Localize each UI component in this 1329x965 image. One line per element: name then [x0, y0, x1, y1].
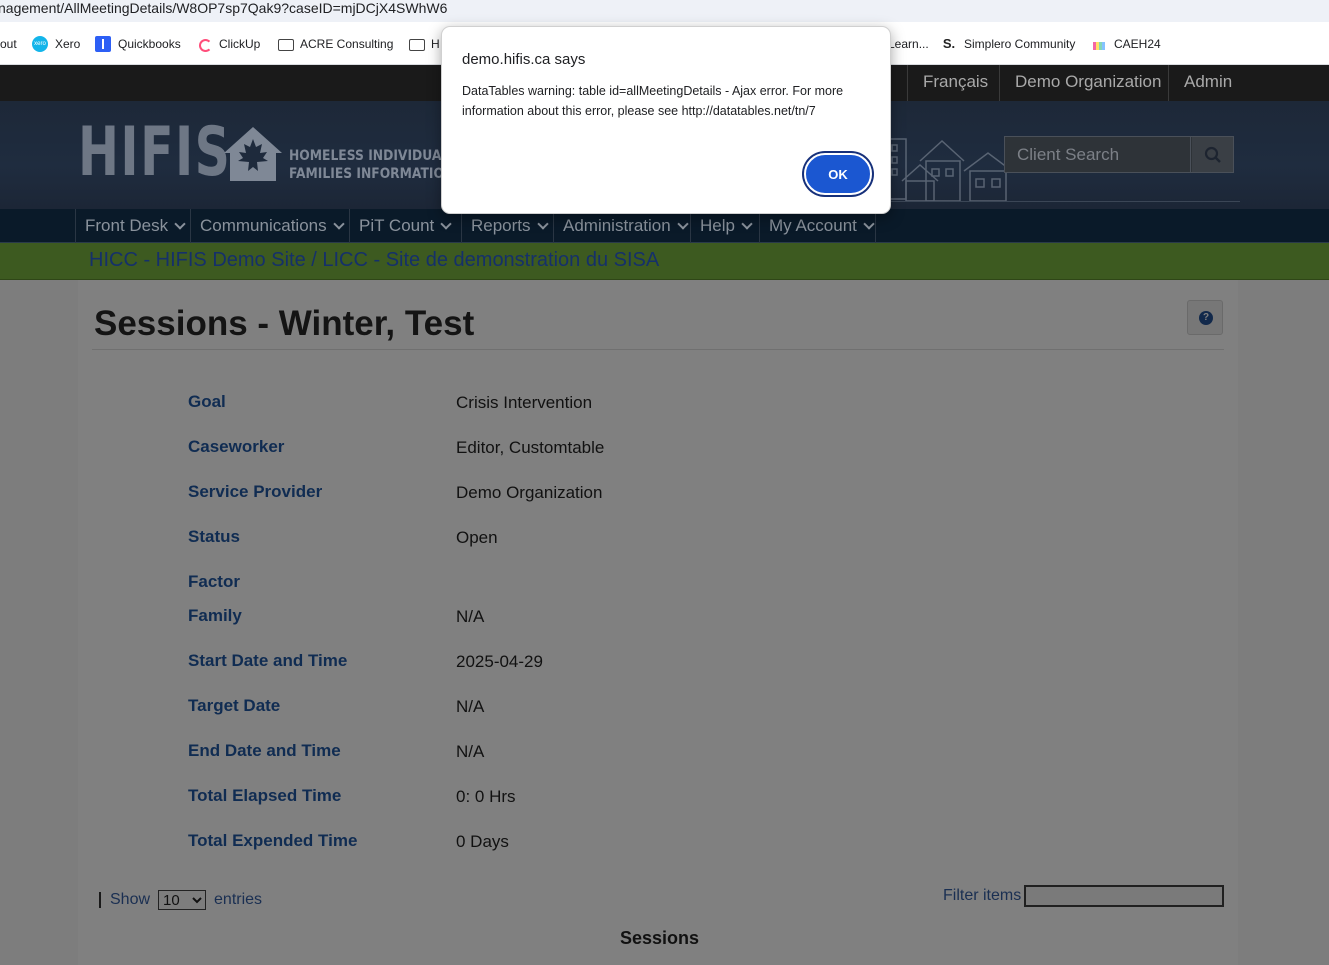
question-circle-icon: ? [1199, 311, 1213, 325]
bookmark-learn[interactable]: Learn... [888, 35, 929, 53]
ok-button[interactable]: OK [804, 153, 872, 195]
target-date-value: N/A [456, 697, 485, 716]
quickbooks-icon [95, 36, 111, 52]
search-button[interactable] [1192, 137, 1233, 172]
start-date-label: Start Date and Time [188, 651, 348, 670]
xero-icon: xero [32, 36, 48, 52]
client-search [1004, 136, 1234, 173]
dialog-title: demo.hifis.ca says [462, 51, 586, 68]
simplero-icon: S. [942, 36, 956, 51]
client-search-input[interactable] [1005, 137, 1191, 172]
total-elapsed-value: 0: 0 Hrs [456, 787, 516, 806]
nav-help[interactable]: Help [690, 209, 753, 243]
target-date-label: Target Date [188, 696, 281, 715]
goal-label: Goal [188, 392, 226, 411]
status-value: Open [456, 528, 498, 547]
total-expended-label: Total Expended Time [188, 831, 358, 850]
chevron-down-icon [440, 218, 452, 230]
maple-leaf-house-icon [224, 127, 282, 181]
nav-communications[interactable]: Communications [190, 209, 345, 243]
address-bar[interactable]: nagement/AllMeetingDetails/W8OP7sp7Qak9?… [0, 0, 1329, 22]
search-icon [1204, 146, 1221, 163]
filter-input[interactable] [1024, 885, 1224, 907]
chevron-down-icon [677, 218, 689, 230]
page-size-control: Show 10 entries [99, 890, 262, 910]
separator [99, 892, 101, 908]
nav-front-desk[interactable]: Front Desk [75, 209, 186, 243]
total-elapsed-label: Total Elapsed Time [188, 786, 342, 805]
bookmark-clickup[interactable]: ClickUp [196, 35, 260, 53]
sessions-table-heading: Sessions [620, 928, 700, 948]
caseworker-value: Editor, Customtable [456, 438, 605, 457]
clickup-icon [196, 36, 212, 52]
nav-my-account[interactable]: My Account [759, 209, 876, 243]
caseworker-label: Caseworker [188, 437, 285, 456]
nav-pit-count[interactable]: PiT Count [349, 209, 452, 243]
total-expended-value: 0 Days [456, 832, 509, 851]
service-provider-label: Service Provider [188, 482, 323, 501]
bookmark-out[interactable]: out [0, 35, 17, 53]
bookmark-acre-consulting[interactable]: ACRE Consulting [277, 35, 393, 53]
chevron-down-icon [174, 218, 186, 230]
help-button[interactable]: ? [1187, 300, 1223, 335]
start-date-value: 2025-04-29 [456, 652, 543, 671]
folder-icon [408, 36, 425, 52]
bookmark-quickbooks[interactable]: Quickbooks [95, 35, 181, 53]
bookmark-folder-h[interactable]: H [408, 35, 440, 53]
goal-value: Crisis Intervention [456, 393, 593, 412]
dialog-message: DataTables warning: table id=allMeetingD… [462, 84, 844, 118]
nav-administration[interactable]: Administration [553, 209, 689, 243]
site-name: HICC - HIFIS Demo Site / LICC - Site de … [89, 249, 660, 271]
bookmark-simplero[interactable]: S. Simplero Community [941, 35, 1076, 53]
hifis-logo[interactable]: HIFIS [78, 117, 231, 189]
chevron-down-icon [741, 218, 753, 230]
nav-reports[interactable]: Reports [461, 209, 549, 243]
chevron-down-icon [332, 218, 345, 230]
organization-link[interactable]: Demo Organization [999, 65, 1176, 101]
filter-label: Filter items [943, 887, 1022, 904]
bookmark-xero[interactable]: xero Xero [32, 35, 80, 53]
content-layer: Sessions - Winter, Test ? Goal Crisis In… [0, 280, 1329, 965]
admin-link[interactable]: Admin [1168, 65, 1247, 101]
caeh-icon [1091, 36, 1107, 52]
title-divider [92, 349, 1224, 350]
page-title: Sessions - Winter, Test [94, 304, 475, 343]
url-text: nagement/AllMeetingDetails/W8OP7sp7Qak9?… [0, 0, 448, 16]
main-nav: Front Desk Communications PiT Count Repo… [0, 209, 1329, 243]
alert-dialog: demo.hifis.ca says DataTables warning: t… [441, 26, 891, 214]
page-size-select[interactable]: 10 [158, 890, 207, 910]
end-date-label: End Date and Time [188, 741, 341, 760]
language-link[interactable]: Français [907, 65, 1003, 101]
chevron-down-icon [863, 218, 875, 230]
factor-label: Factor [188, 572, 240, 591]
folder-icon [277, 36, 294, 52]
family-value: N/A [456, 607, 485, 626]
status-label: Status [188, 527, 240, 546]
service-provider-value: Demo Organization [456, 483, 603, 502]
houses-illustration [887, 138, 1013, 202]
header-divider [880, 201, 1240, 202]
family-label: Family [188, 606, 242, 625]
site-name-bar: HICC - HIFIS Demo Site / LICC - Site de … [0, 243, 1329, 280]
chevron-down-icon [536, 218, 549, 230]
end-date-value: N/A [456, 742, 485, 761]
bookmark-caeh24[interactable]: CAEH24 [1091, 35, 1161, 53]
